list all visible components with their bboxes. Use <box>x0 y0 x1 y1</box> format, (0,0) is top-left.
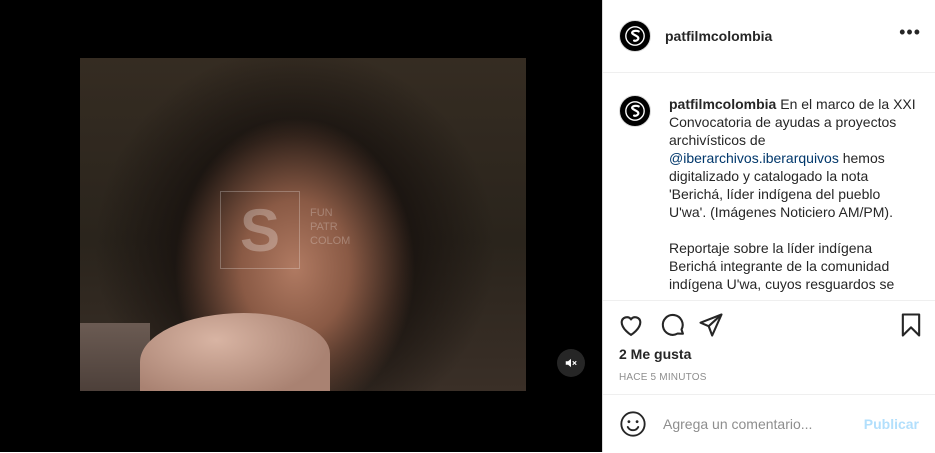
brand-logo-icon <box>625 101 645 121</box>
heart-icon[interactable] <box>617 311 645 339</box>
caption-username[interactable]: patfilmcolombia <box>669 96 776 112</box>
header-username[interactable]: patfilmcolombia <box>665 28 772 44</box>
publish-button[interactable]: Publicar <box>864 416 919 432</box>
post-header: patfilmcolombia ••• <box>603 0 935 73</box>
avatar[interactable] <box>619 20 651 52</box>
video-frame[interactable]: S FUN PATR COLOM <box>80 58 526 391</box>
caption-paragraph-2: Reportaje sobre la líder indígena Berich… <box>669 240 895 292</box>
watermark-logo: S <box>220 191 300 269</box>
comment-icon[interactable] <box>659 311 687 339</box>
emoji-icon[interactable] <box>619 410 647 438</box>
caption-text: patfilmcolombia En el marco de la XXI Co… <box>669 95 919 293</box>
brand-logo-icon <box>625 26 645 46</box>
caption-avatar[interactable] <box>619 95 651 127</box>
post-media[interactable]: S FUN PATR COLOM <box>0 0 602 452</box>
mute-toggle-button[interactable] <box>557 349 585 377</box>
likes-count[interactable]: 2 Me gusta <box>619 346 691 362</box>
mention-link[interactable]: @iberarchivos.iberarquivos <box>669 150 839 166</box>
caption-row: patfilmcolombia En el marco de la XXI Co… <box>603 73 935 293</box>
speaker-muted-icon <box>565 358 577 368</box>
ellipsis-icon[interactable]: ••• <box>899 22 921 43</box>
bookmark-icon[interactable] <box>897 311 925 339</box>
action-bar <box>603 300 935 349</box>
comment-input[interactable] <box>661 415 855 433</box>
caption-paragraph-1: patfilmcolombia En el marco de la XXI Co… <box>669 96 916 220</box>
video-subject-clothing <box>140 313 330 391</box>
caption-area: patfilmcolombia En el marco de la XXI Co… <box>603 73 935 299</box>
post-sidebar: patfilmcolombia ••• patfilmcolombia En e… <box>602 0 935 452</box>
watermark-text: FUN PATR COLOM <box>310 207 351 247</box>
comment-bar: Publicar <box>603 394 935 453</box>
post-timestamp[interactable]: HACE 5 MINUTOS <box>619 372 707 383</box>
share-icon[interactable] <box>697 311 725 339</box>
